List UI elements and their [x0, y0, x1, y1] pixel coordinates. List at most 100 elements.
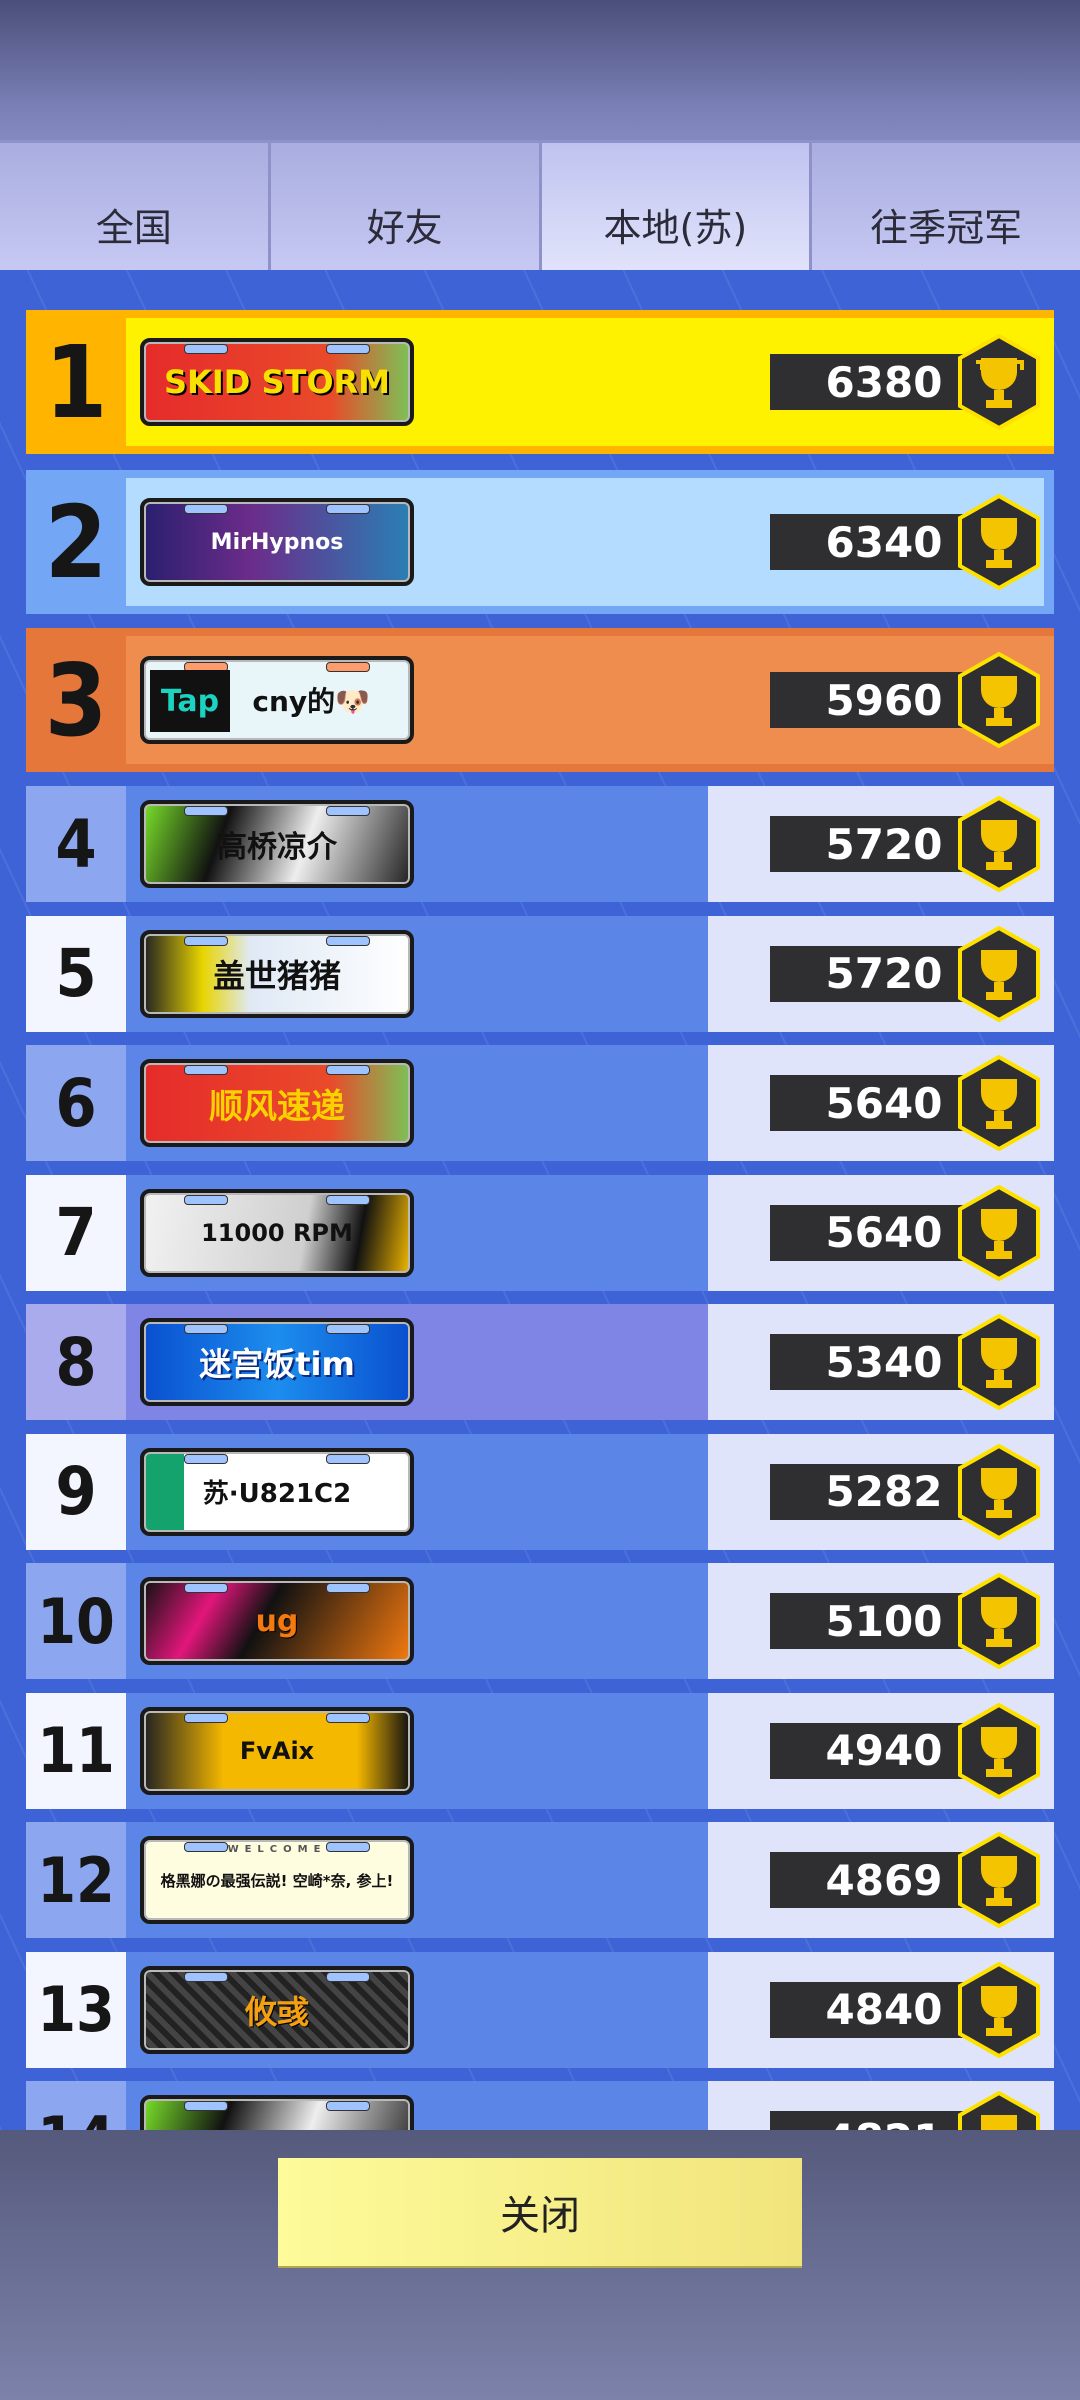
leaderboard-row[interactable]: 9 苏·U821C2 5282 [26, 1433, 1054, 1550]
license-plate: 顺风速递 [140, 1059, 414, 1147]
trophy-icon [958, 334, 1040, 430]
player-name: 格黑娜の最强伝説! 空崎*奈, 参上! [160, 1871, 394, 1890]
tab-local[interactable]: 本地(苏) [541, 140, 813, 270]
license-plate [140, 2095, 414, 2130]
plate-clip [326, 1324, 370, 1334]
plate-clip [326, 1453, 370, 1464]
player-name: 顺风速递 [209, 1086, 345, 1127]
leaderboard-row[interactable]: 13 攸彧 4840 [26, 1951, 1054, 2068]
license-plate: FvAix [140, 1706, 414, 1795]
license-plate: 迷宫饭tim [140, 1318, 414, 1406]
leaderboard-row[interactable]: 5 盖世猪猪 5720 [26, 915, 1054, 1032]
plate-clip [184, 1583, 228, 1593]
trophy-icon [958, 1443, 1040, 1540]
license-plate: 高桥凉介 [140, 800, 414, 888]
rank-number: 6 [26, 1045, 126, 1161]
plate-clip [326, 1583, 370, 1593]
rank-number: 7 [26, 1174, 126, 1291]
license-plate: 苏·U821C2 [140, 1447, 414, 1536]
rank-number: 5 [26, 915, 126, 1032]
leaderboard-row[interactable]: 3 Tap cny的🐶 5960 [26, 628, 1054, 772]
rank-number: 14 [26, 2081, 126, 2130]
license-plate: 盖世猪猪 [140, 929, 414, 1018]
rank-number: 8 [26, 1304, 126, 1420]
plate-clip [184, 1065, 228, 1075]
leaderboard-row[interactable]: 6 顺风速递 5640 [26, 1045, 1054, 1161]
player-name: FvAix [239, 1736, 315, 1765]
leaderboard-row[interactable]: 4 高桥凉介 5720 [26, 786, 1054, 902]
leaderboard-row[interactable]: 8 迷宫饭tim 5340 [26, 1304, 1054, 1420]
trophy-icon [958, 1832, 1040, 1928]
rank-number: 12 [26, 1822, 126, 1938]
row-content: 4821 [126, 2081, 1054, 2130]
rank-number: 9 [26, 1433, 126, 1550]
license-plate: 攸彧 [140, 1965, 414, 2054]
trophy-icon [958, 652, 1040, 748]
row-content: 迷宫饭tim 5340 [126, 1304, 1054, 1420]
leaderboard-list[interactable]: 1 SKID STORM 6380 2 MirHypnos 6340 3 Tap… [0, 270, 1080, 2130]
player-name: 盖世猪猪 [212, 956, 341, 995]
leaderboard-tabs: 全国 好友 本地(苏) 往季冠军 [0, 140, 1080, 270]
player-name: ug [255, 1603, 299, 1639]
trophy-icon [958, 2091, 1040, 2130]
player-name: 攸彧 [244, 1992, 309, 2031]
trophy-icon [958, 1184, 1040, 1281]
license-plate: Tap cny的🐶 [140, 656, 414, 744]
plate-clip [326, 1971, 370, 1982]
trophy-icon [958, 796, 1040, 892]
plate-clip [184, 1324, 228, 1334]
rank-number: 13 [26, 1951, 126, 2068]
row-content: 11000 RPM 5640 [126, 1174, 1054, 1291]
plate-header: WELCOME [227, 1844, 327, 1855]
leaderboard-row[interactable]: 1 SKID STORM 6380 [26, 310, 1054, 454]
plate-clip [184, 806, 228, 816]
leaderboard-row[interactable]: 10 ug 5100 [26, 1563, 1054, 1679]
rank-number: 1 [44, 323, 108, 441]
player-name: MirHypnos [210, 529, 344, 555]
leaderboard-row[interactable]: 144821 [26, 2081, 1054, 2130]
row-content: 顺风速递 5640 [126, 1045, 1054, 1161]
leaderboard-row[interactable]: 11 FvAix 4940 [26, 1692, 1054, 1809]
plate-clip [184, 2101, 228, 2111]
rank-number: 10 [26, 1563, 126, 1679]
trophy-icon [958, 1573, 1040, 1669]
row-content: 盖世猪猪 5720 [126, 915, 1054, 1032]
plate-clip [184, 1712, 228, 1723]
trophy-icon [958, 1055, 1040, 1151]
license-plate: WELCOME 格黑娜の最强伝説! 空崎*奈, 参上! [140, 1836, 414, 1924]
tap-logo: Tap [150, 670, 230, 732]
row-content: 高桥凉介 5720 [126, 786, 1054, 902]
trophy-icon [958, 1702, 1040, 1799]
leaderboard-row[interactable]: 2 MirHypnos 6340 [26, 470, 1054, 614]
plate-clip [326, 935, 370, 946]
tab-national[interactable]: 全国 [0, 140, 271, 270]
plate-clip [184, 1453, 228, 1464]
player-name: SKID STORM [163, 363, 390, 401]
row-content: 苏·U821C2 5282 [126, 1433, 1054, 1550]
plate-clip [184, 1194, 228, 1205]
rank-number: 3 [44, 641, 108, 759]
row-content: WELCOME 格黑娜の最强伝説! 空崎*奈, 参上! 4869 [126, 1822, 1054, 1938]
trophy-icon [958, 494, 1040, 590]
rank-number: 4 [26, 786, 126, 902]
close-button[interactable]: 关闭 [278, 2158, 802, 2266]
player-name: 苏·U821C2 [202, 1479, 352, 1509]
row-content: FvAix 4940 [126, 1692, 1054, 1809]
tab-past-champions[interactable]: 往季冠军 [812, 140, 1080, 270]
row-content: 攸彧 4840 [126, 1951, 1054, 2068]
leaderboard-row[interactable]: 7 11000 RPM 5640 [26, 1174, 1054, 1291]
license-plate: ug [140, 1577, 414, 1665]
plate-clip [326, 1065, 370, 1075]
player-name: 高桥凉介 [217, 830, 337, 865]
license-plate: MirHypnos [140, 498, 414, 586]
trophy-icon [958, 1961, 1040, 2058]
rank-number: 2 [44, 483, 108, 601]
plate-clip [326, 1194, 370, 1205]
leaderboard-row[interactable]: 12 WELCOME 格黑娜の最强伝説! 空崎*奈, 参上! 4869 [26, 1822, 1054, 1938]
player-name: 11000 RPM [201, 1218, 353, 1247]
tab-friends[interactable]: 好友 [270, 140, 542, 270]
plate-clip [184, 935, 228, 946]
license-plate: SKID STORM [140, 338, 414, 426]
trophy-icon [958, 925, 1040, 1022]
plate-clip [184, 1971, 228, 1982]
